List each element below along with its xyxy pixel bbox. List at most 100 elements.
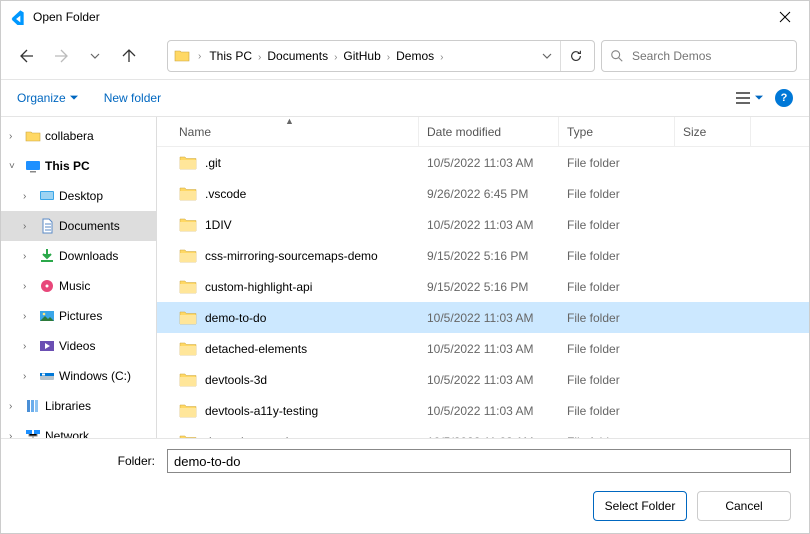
tree-item-label: Music <box>59 279 90 293</box>
file-date: 10/5/2022 11:03 AM <box>419 218 559 232</box>
tree-item-label: Windows (C:) <box>59 369 131 383</box>
folder-row: Folder: <box>19 449 791 473</box>
address-bar[interactable]: › This PC›Documents›GitHub›Demos› <box>167 40 595 72</box>
tree-item-network[interactable]: › Network <box>1 421 156 438</box>
file-date: 9/15/2022 5:16 PM <box>419 280 559 294</box>
vscode-icon <box>9 9 25 25</box>
tree-item-label: Desktop <box>59 189 103 203</box>
folder-icon <box>179 248 197 263</box>
twisty-icon[interactable]: › <box>9 401 21 412</box>
tree-item-pictures[interactable]: › Pictures <box>1 301 156 331</box>
file-date: 9/15/2022 5:16 PM <box>419 249 559 263</box>
file-row[interactable]: demo-to-do10/5/2022 11:03 AMFile folder <box>157 302 809 333</box>
tree-item-documents[interactable]: › Documents <box>1 211 156 241</box>
twisty-icon[interactable]: › <box>23 371 35 382</box>
tree-item-label: Pictures <box>59 309 102 323</box>
folder-icon <box>179 155 197 170</box>
search-input[interactable] <box>632 49 788 63</box>
file-name: css-mirroring-sourcemaps-demo <box>205 249 378 263</box>
file-type: File folder <box>559 373 675 387</box>
breadcrumb-this-pc[interactable]: This PC <box>205 47 256 65</box>
refresh-button[interactable] <box>560 41 590 71</box>
file-type: File folder <box>559 187 675 201</box>
twisty-icon[interactable]: › <box>9 131 21 142</box>
tree-item-label: Libraries <box>45 399 91 413</box>
tree-item-label: This PC <box>45 159 90 173</box>
pictures-icon <box>39 308 55 324</box>
breadcrumb-demos[interactable]: Demos <box>392 47 438 65</box>
breadcrumb-github[interactable]: GitHub <box>339 47 384 65</box>
toolbar: Organize New folder ? <box>1 79 809 117</box>
file-name: devtools-console <box>205 435 295 439</box>
tree-item-libraries[interactable]: › Libraries <box>1 391 156 421</box>
file-row[interactable]: css-mirroring-sourcemaps-demo 9/15/2022 5… <box>157 240 809 271</box>
file-type: File folder <box>559 404 675 418</box>
file-date: 10/5/2022 11:03 AM <box>419 342 559 356</box>
address-dropdown[interactable] <box>536 51 558 61</box>
recent-dropdown[interactable] <box>81 42 109 70</box>
tree-item-label: Network <box>45 429 89 438</box>
forward-button[interactable] <box>47 42 75 70</box>
folder-icon <box>179 279 197 294</box>
file-row[interactable]: devtools-3d10/5/2022 11:03 AMFile folder <box>157 364 809 395</box>
new-folder-button[interactable]: New folder <box>104 91 161 105</box>
file-row[interactable]: custom-highlight-api9/15/2022 5:16 PMFil… <box>157 271 809 302</box>
back-button[interactable] <box>13 42 41 70</box>
file-date: 10/5/2022 11:03 AM <box>419 373 559 387</box>
cancel-button[interactable]: Cancel <box>697 491 791 521</box>
file-date: 10/5/2022 11:03 AM <box>419 156 559 170</box>
close-button[interactable] <box>763 2 807 32</box>
tree-item-music[interactable]: › Music <box>1 271 156 301</box>
organize-button[interactable]: Organize <box>17 91 78 105</box>
col-name[interactable]: Name <box>171 117 419 146</box>
view-button[interactable] <box>735 91 763 105</box>
twisty-icon[interactable]: › <box>23 311 35 322</box>
file-name: demo-to-do <box>205 311 266 325</box>
file-type: File folder <box>559 218 675 232</box>
help-button[interactable]: ? <box>775 89 793 107</box>
tree-item-label: Documents <box>59 219 120 233</box>
file-type: File folder <box>559 311 675 325</box>
col-type[interactable]: Type <box>559 117 675 146</box>
videos-icon <box>39 338 55 354</box>
twisty-icon[interactable]: › <box>23 251 35 262</box>
folder-icon <box>179 434 197 438</box>
twisty-icon[interactable]: › <box>23 281 35 292</box>
drive-icon <box>39 368 55 384</box>
folder-input[interactable] <box>167 449 791 473</box>
file-row[interactable]: devtools-console10/5/2022 11:03 AMFile f… <box>157 426 809 438</box>
twisty-icon[interactable]: › <box>23 341 35 352</box>
tree-item-windows-c-[interactable]: › Windows (C:) <box>1 361 156 391</box>
downloads-icon <box>39 248 55 264</box>
navigation-tree[interactable]: ›collabera ˅ This PC › Desktop › Documents ›Dow… <box>1 117 157 438</box>
chevron-right-icon[interactable]: › <box>196 51 203 62</box>
file-pane: ▲ Name Date modified Type Size .git10/5/… <box>157 117 809 438</box>
col-date[interactable]: Date modified <box>419 117 559 146</box>
file-row[interactable]: .vscode9/26/2022 6:45 PMFile folder <box>157 178 809 209</box>
folder-icon <box>179 341 197 356</box>
chevron-right-icon[interactable]: › <box>438 52 445 63</box>
tree-item-collabera[interactable]: ›collabera <box>1 121 156 151</box>
file-name: devtools-a11y-testing <box>205 404 318 418</box>
file-row[interactable]: 1DIV10/5/2022 11:03 AMFile folder <box>157 209 809 240</box>
twisty-icon[interactable]: › <box>23 221 35 232</box>
file-row[interactable]: .git10/5/2022 11:03 AMFile folder <box>157 147 809 178</box>
col-size[interactable]: Size <box>675 117 751 146</box>
file-list[interactable]: .git10/5/2022 11:03 AMFile folder.vscode… <box>157 147 809 438</box>
file-name: detached-elements <box>205 342 307 356</box>
file-row[interactable]: devtools-a11y-testing10/5/2022 11:03 AMF… <box>157 395 809 426</box>
desktop-icon <box>39 188 55 204</box>
breadcrumb-documents[interactable]: Documents <box>263 47 332 65</box>
select-folder-button[interactable]: Select Folder <box>593 491 687 521</box>
file-row[interactable]: detached-elements10/5/2022 11:03 AMFile … <box>157 333 809 364</box>
tree-item-videos[interactable]: ›Videos <box>1 331 156 361</box>
twisty-icon[interactable]: ˅ <box>9 161 21 172</box>
twisty-icon[interactable]: › <box>23 191 35 202</box>
search-box[interactable] <box>601 40 797 72</box>
file-name: .git <box>205 156 221 170</box>
twisty-icon[interactable]: › <box>9 431 21 439</box>
tree-item-this-pc[interactable]: ˅ This PC <box>1 151 156 181</box>
tree-item-desktop[interactable]: › Desktop <box>1 181 156 211</box>
tree-item-downloads[interactable]: ›Downloads <box>1 241 156 271</box>
up-button[interactable] <box>115 42 143 70</box>
